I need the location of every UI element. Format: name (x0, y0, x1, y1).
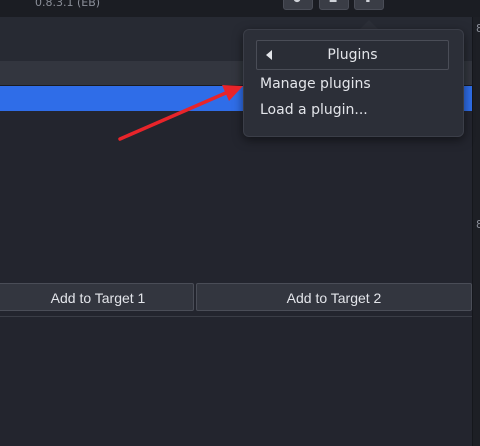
plugin-icon: ▮ (363, 0, 373, 4)
toolbar-button-1[interactable]: ● (283, 0, 313, 10)
menu-item-manage-plugins[interactable]: Manage plugins (260, 76, 371, 92)
trash-icon: ■ (328, 0, 338, 4)
app-version: 0.8.3.1 (EB) (35, 0, 101, 9)
edge-label-1: 8 (476, 22, 480, 34)
top-toolbar: 0.8.3.1 (EB) ● ■ ▮ (0, 0, 480, 17)
edge-label-2: 8 (476, 218, 480, 230)
plugins-toolbar-button[interactable]: ▮ (354, 0, 384, 10)
gear-icon: ● (292, 0, 302, 4)
plugins-back-header[interactable]: Plugins (256, 40, 449, 70)
add-to-target-2-button[interactable]: Add to Target 2 (196, 283, 472, 311)
lower-panel (0, 317, 472, 446)
add-to-target-1-button[interactable]: Add to Target 1 (0, 283, 194, 311)
toolbar-button-2[interactable]: ■ (319, 0, 349, 10)
right-panel-edge (472, 17, 480, 446)
popup-title: Plugins (327, 47, 378, 63)
plugins-popup-menu: Plugins Manage plugins Load a plugin... (243, 29, 464, 137)
popup-caret (360, 20, 378, 29)
menu-item-load-plugin[interactable]: Load a plugin... (260, 102, 368, 118)
